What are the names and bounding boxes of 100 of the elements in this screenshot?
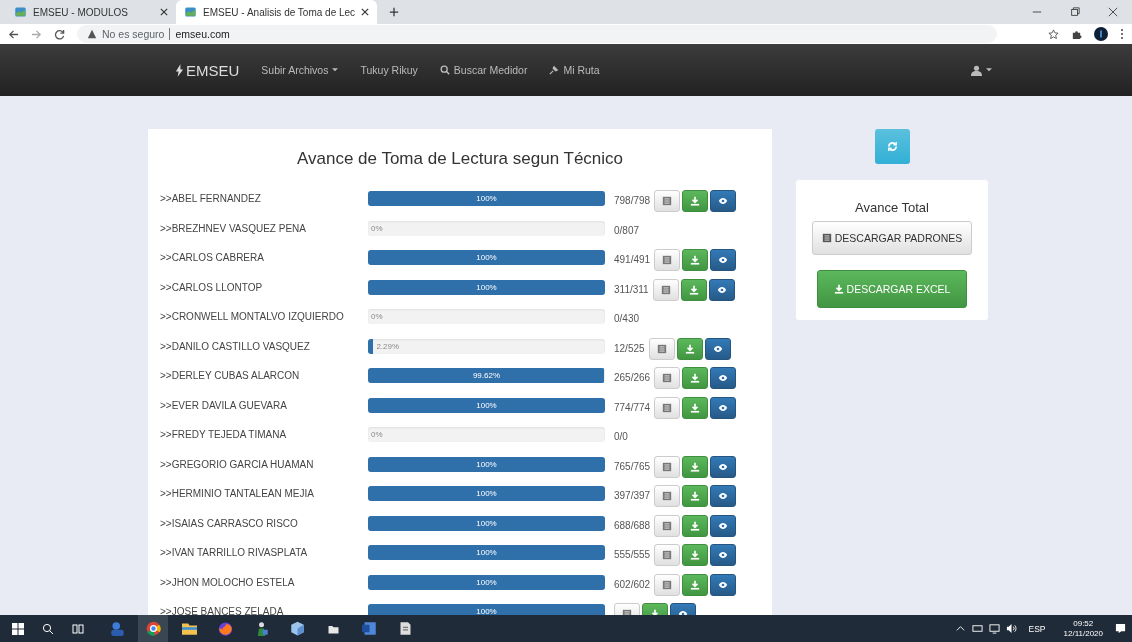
monitor-icon[interactable]	[988, 623, 1000, 634]
technician-name: >>JOSE BANCES ZELADA	[160, 605, 285, 615]
nav-link[interactable]: Mi Ruta	[549, 64, 600, 76]
download-button[interactable]	[682, 455, 709, 478]
list-icon	[662, 579, 673, 590]
bolt-icon	[175, 63, 184, 77]
technician-name: >>ISAIAS CARRASCO RISCO	[160, 516, 299, 530]
windows-icon[interactable]	[12, 622, 24, 635]
view-button[interactable]	[710, 455, 737, 478]
avatar-icon[interactable]	[1094, 27, 1108, 41]
close-icon[interactable]	[1108, 7, 1118, 17]
menu-icon[interactable]	[1120, 28, 1124, 40]
view-button[interactable]	[710, 190, 737, 212]
user-menu[interactable]	[971, 64, 992, 76]
reload-icon[interactable]	[54, 28, 65, 40]
download-button[interactable]	[682, 573, 709, 596]
document-icon	[361, 621, 377, 636]
puzzle-icon[interactable]	[1071, 28, 1082, 40]
list-button[interactable]	[652, 278, 679, 301]
download-icon	[690, 579, 701, 590]
list-button[interactable]	[648, 337, 675, 360]
view-button[interactable]	[710, 396, 737, 419]
download-button[interactable]	[676, 337, 703, 360]
download-button[interactable]	[680, 278, 707, 301]
close-icon[interactable]	[160, 8, 168, 16]
close-icon[interactable]	[361, 8, 370, 16]
favicon-icon	[184, 6, 197, 18]
nav-link[interactable]: Subir Archivos	[261, 64, 339, 76]
list-button[interactable]	[654, 190, 681, 212]
nav-link[interactable]: Buscar Medidor	[439, 64, 528, 76]
progress-label: 2.29%	[376, 340, 400, 353]
download-button[interactable]: DESCARGAR PADRONES	[812, 221, 972, 255]
eye-icon	[718, 520, 729, 531]
caret-icon	[986, 68, 992, 72]
eye-icon	[712, 343, 723, 354]
progress-label: 100%	[475, 281, 498, 294]
list-button[interactable]	[654, 544, 681, 566]
nav-link[interactable]: Tukuy Rikuy	[360, 64, 418, 76]
download-button[interactable]	[682, 396, 709, 419]
progress-label: 100%	[475, 193, 498, 205]
progress-label: 100%	[475, 488, 498, 500]
browser-tab[interactable]: EMSEU - MODULOS	[6, 0, 176, 24]
view-button[interactable]	[710, 514, 737, 537]
download-icon	[690, 550, 701, 560]
eye-icon	[718, 373, 729, 383]
notification-icon[interactable]	[1115, 623, 1126, 634]
clock-time[interactable]: 09:52	[1073, 618, 1094, 629]
reading-count: 491/491	[614, 253, 651, 267]
progress-label: 100%	[475, 547, 498, 559]
list-button[interactable]	[654, 367, 681, 389]
progress-label: 100%	[475, 606, 498, 615]
list-button[interactable]	[654, 455, 681, 478]
list-button[interactable]	[654, 485, 681, 507]
download-button[interactable]	[682, 190, 709, 212]
download-icon	[688, 284, 699, 295]
view-button[interactable]	[704, 337, 731, 360]
network-icon[interactable]	[971, 623, 983, 634]
download-button[interactable]	[682, 485, 709, 507]
technician-name: >>FREDY TEJEDA TIMANA	[160, 428, 288, 441]
reading-count: 765/765	[614, 459, 651, 474]
list-icon	[662, 550, 673, 560]
progress-label: 0%	[371, 311, 383, 323]
view-button[interactable]	[710, 367, 737, 389]
search-icon[interactable]	[42, 622, 54, 635]
language-indicator[interactable]: ESP	[1028, 623, 1046, 634]
list-button[interactable]	[654, 249, 681, 271]
list-button[interactable]	[654, 573, 681, 596]
chevron-up-icon[interactable]	[954, 623, 966, 634]
view-button[interactable]	[708, 278, 735, 301]
brand-link[interactable]: EMSEU	[175, 61, 240, 79]
view-button[interactable]	[710, 544, 737, 566]
technician-name: >>ABEL FERNANDEZ	[160, 192, 262, 205]
download-button[interactable]	[682, 514, 709, 537]
list-button[interactable]	[654, 396, 681, 419]
speaker-icon[interactable]	[1005, 623, 1017, 634]
list-button[interactable]	[654, 514, 681, 537]
eye-icon	[718, 255, 729, 265]
back-icon[interactable]	[8, 28, 19, 40]
address-field[interactable]: No es seguro emseu.com	[77, 25, 997, 43]
download-icon	[690, 402, 701, 413]
view-button[interactable]	[710, 249, 737, 271]
download-button[interactable]	[682, 249, 709, 271]
clock-date[interactable]: 12/11/2020	[1063, 628, 1103, 639]
task-view-icon[interactable]	[72, 622, 84, 635]
folder-icon	[181, 621, 197, 636]
browser-tab[interactable]: EMSEU - Analisis de Toma de Lec	[176, 0, 378, 24]
browser-icon	[145, 621, 161, 636]
taskbar-app[interactable]	[138, 615, 168, 642]
reading-count: 12/525	[614, 341, 645, 356]
download-button[interactable]	[682, 544, 709, 566]
reading-count: 688/688	[614, 518, 651, 533]
view-button[interactable]	[710, 573, 737, 596]
list-icon	[662, 520, 673, 531]
download-icon	[690, 520, 701, 531]
eye-icon	[718, 461, 729, 472]
view-button[interactable]	[710, 485, 737, 507]
new-tab-icon[interactable]	[389, 7, 400, 17]
download-button[interactable]	[682, 367, 709, 389]
star-icon[interactable]	[1048, 28, 1059, 40]
restore-icon[interactable]	[1070, 7, 1080, 17]
